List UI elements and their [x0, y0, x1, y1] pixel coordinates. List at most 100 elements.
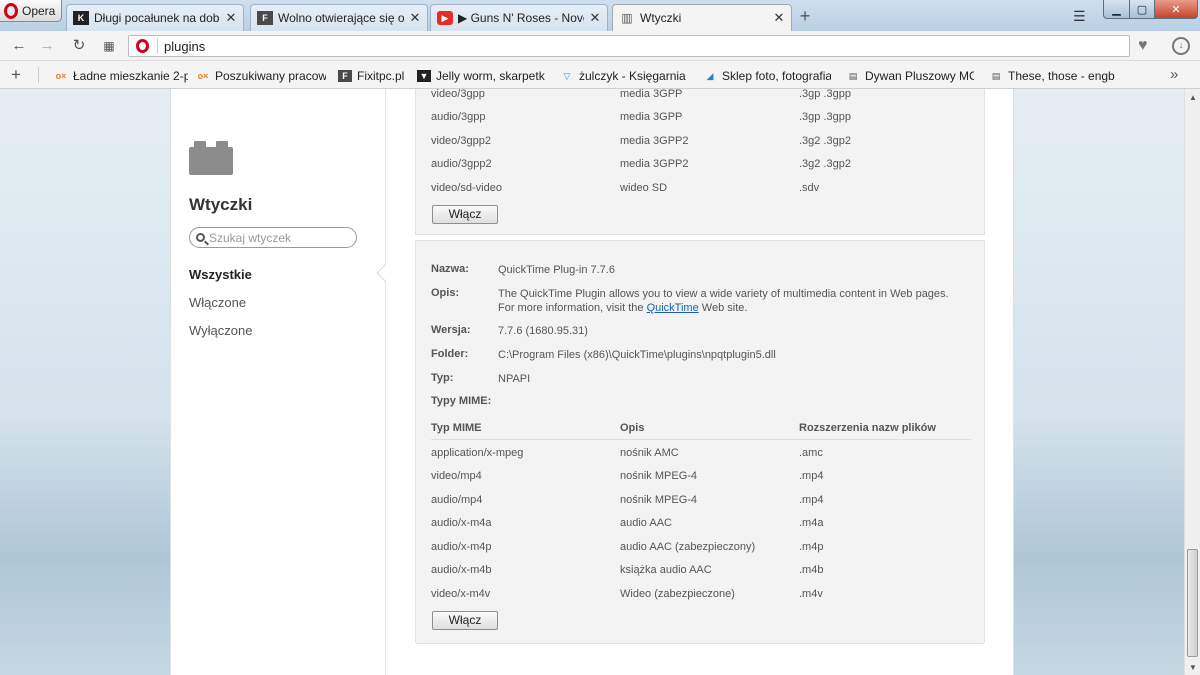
mime-row: video/x-m4v Wideo (zabezpieczone) .m4v: [431, 588, 823, 600]
bookmark-label: Sklep foto, fotografia: [722, 69, 831, 83]
bookmark-label: żulczyk - Księgarnia I: [579, 69, 688, 83]
mime-row: video/mp4 nośnik MPEG-4 .mp4: [431, 470, 824, 482]
tab-title: Długi pocałunek na dobrań: [94, 11, 220, 25]
mime-row: application/x-mpeg nośnik AMC .amc: [431, 447, 823, 459]
plugin-name: QuickTime Plug-in 7.7.6: [498, 264, 615, 276]
maximize-button[interactable]: ▢: [1129, 0, 1155, 19]
page-viewport: Wtyczki Wszystkie Włączone Wyłączone vid…: [0, 89, 1184, 675]
close-window-button[interactable]: ✕: [1154, 0, 1198, 19]
tab-4-active[interactable]: ▥ Wtyczki ✕: [612, 4, 792, 31]
quicktime-link[interactable]: QuickTime: [647, 302, 699, 314]
tab-close-icon[interactable]: ✕: [589, 10, 601, 26]
mime-row: video/3gpp2 media 3GPP2.3g2 .3gp2: [431, 135, 851, 147]
address-bar[interactable]: plugins: [128, 35, 1130, 57]
reload-icon[interactable]: ↻: [70, 37, 88, 55]
plugin-brick-icon: [189, 141, 233, 175]
scrollbar-thumb[interactable]: [1187, 549, 1198, 657]
mime-row: audio/mp4 nośnik MPEG-4 .mp4: [431, 494, 824, 506]
nav-all[interactable]: Wszystkie: [189, 267, 252, 282]
tab-menu-icon[interactable]: ☰: [1073, 8, 1086, 25]
plugin-tab-icon: ▥: [621, 11, 633, 25]
jelly-worm-icon: ▼: [417, 70, 431, 82]
mime-table-header: Typ MIME Opis Rozszerzenia nazw plików: [431, 422, 971, 440]
mime-row: audio/3gpp2 media 3GPP2.3g2 .3gp2: [431, 158, 851, 170]
mime-row: audio/x-m4p audio AAC (zabezpieczony) .m4p: [431, 541, 824, 553]
tab-close-icon[interactable]: ✕: [773, 10, 785, 26]
bookmark-item[interactable]: o× Poszukiwany pracow: [196, 68, 326, 84]
opera-page-icon: [136, 39, 149, 53]
plugin-type: NPAPI: [498, 373, 531, 385]
heart-bookmark-icon[interactable]: ♥: [1138, 38, 1148, 54]
plugins-page: Wtyczki Wszystkie Włączone Wyłączone vid…: [170, 89, 1014, 675]
bookmark-item[interactable]: ▼ Jelly worm, skarpetki: [417, 68, 545, 84]
bookmark-item[interactable]: F Fixitpc.pl: [338, 68, 408, 84]
nav-enabled[interactable]: Włączone: [189, 295, 246, 310]
add-bookmark-icon[interactable]: +: [11, 65, 21, 85]
back-arrow-icon[interactable]: ←: [10, 37, 28, 55]
tab-title: Wtyczki: [640, 11, 682, 25]
bookmark-item[interactable]: ▽ żulczyk - Księgarnia I: [560, 68, 688, 84]
bookmark-item[interactable]: ◢ Sklep foto, fotografia: [703, 68, 831, 84]
plugin-version: 7.7.6 (1680.95.31): [498, 325, 588, 337]
olx-icon: o×: [55, 71, 67, 81]
navigation-toolbar: ← → ↻ ▦ plugins ♥ ↓: [0, 31, 1200, 61]
page-icon: ▤: [991, 70, 1001, 81]
shopping-cart-icon: ▽: [563, 70, 571, 81]
bookmark-item[interactable]: ▤ Dywan Pluszowy MO: [846, 68, 974, 84]
search-icon: [196, 233, 205, 242]
opera-menu-label: Opera: [22, 3, 56, 18]
mime-row: audio/3gpp media 3GPP .3gp .3gpp: [431, 111, 851, 123]
sidebar: Wtyczki Wszystkie Włączone Wyłączone: [171, 89, 386, 675]
tab-close-icon[interactable]: ✕: [225, 10, 237, 26]
tab-1[interactable]: K Długi pocałunek na dobrań ✕: [66, 4, 244, 31]
address-text[interactable]: plugins: [164, 39, 205, 54]
bookmark-label: Dywan Pluszowy MO: [865, 69, 974, 83]
olx-icon: o×: [197, 71, 209, 81]
tab-title: Wolno otwierające się okn: [278, 11, 404, 25]
new-tab-button[interactable]: +: [796, 7, 814, 26]
plugin-search[interactable]: [189, 227, 357, 248]
nav-disabled[interactable]: Wyłączone: [189, 323, 252, 338]
bookmark-label: Ładne mieszkanie 2-p: [73, 69, 188, 83]
bookmark-label: Poszukiwany pracow: [215, 69, 326, 83]
photo-shop-icon: ◢: [706, 70, 714, 81]
bookmark-label: These, those - engbo: [1008, 69, 1115, 83]
bookmark-label: Jelly worm, skarpetki: [436, 69, 545, 83]
mime-row: video/sd-video wideo SD .sdv: [431, 182, 820, 194]
enable-plugin-button[interactable]: Włącz: [432, 611, 498, 630]
fixitpc-icon: F: [338, 70, 352, 82]
bookmark-item[interactable]: ▤ These, those - engbo: [989, 68, 1115, 84]
enable-plugin-button[interactable]: Włącz: [432, 205, 498, 224]
search-input[interactable]: [209, 230, 349, 245]
tab-favicon-icon: F: [257, 11, 273, 25]
tab-favicon-icon: K: [73, 11, 89, 25]
opera-menu-button[interactable]: Opera: [0, 0, 62, 22]
plugin-folder: C:\Program Files (x86)\QuickTime\plugins…: [498, 349, 776, 361]
mime-row: video/3gpp media 3GPP .3gp .3gpp: [431, 89, 851, 100]
more-bookmarks-chevron-icon[interactable]: »: [1170, 66, 1178, 83]
mime-row: audio/x-m4b książka audio AAC .m4b: [431, 564, 824, 576]
plugin-card-quicktime: Nazwa: QuickTime Plug-in 7.7.6 Opis: The…: [415, 240, 985, 644]
opera-logo-icon: [4, 2, 18, 19]
bookmark-item[interactable]: o× Ładne mieszkanie 2-p: [54, 68, 188, 84]
plugin-description: The QuickTime Plugin allows you to view …: [498, 288, 949, 314]
tab-3[interactable]: ▶ ▶ Guns N' Roses - Novem ✕: [430, 4, 608, 31]
tab-strip: Opera K Długi pocałunek na dobrań ✕ F Wo…: [0, 0, 1200, 31]
minimize-button[interactable]: ▁: [1103, 0, 1130, 19]
tab-title: ▶ Guns N' Roses - Novem: [458, 11, 584, 25]
download-icon[interactable]: ↓: [1172, 37, 1190, 55]
forward-arrow-icon[interactable]: →: [38, 37, 56, 55]
mime-row: audio/x-m4a audio AAC .m4a: [431, 517, 824, 529]
page-title: Wtyczki: [189, 195, 253, 214]
scroll-up-arrow-icon[interactable]: ▲: [1189, 93, 1197, 102]
youtube-icon: ▶: [437, 11, 453, 25]
bookmark-label: Fixitpc.pl: [357, 69, 405, 83]
speed-dial-grid-icon[interactable]: ▦: [100, 37, 118, 55]
plugin-card: video/3gpp media 3GPP .3gp .3gpp audio/3gp…: [415, 89, 985, 235]
tab-2[interactable]: F Wolno otwierające się okn ✕: [250, 4, 428, 31]
vertical-scrollbar[interactable]: ▲ ▼: [1184, 89, 1200, 675]
tab-close-icon[interactable]: ✕: [409, 10, 421, 26]
scroll-down-arrow-icon[interactable]: ▼: [1189, 663, 1197, 672]
page-icon: ▤: [848, 70, 858, 81]
bookmarks-bar: + o× Ładne mieszkanie 2-p o× Poszukiwany…: [0, 61, 1200, 89]
